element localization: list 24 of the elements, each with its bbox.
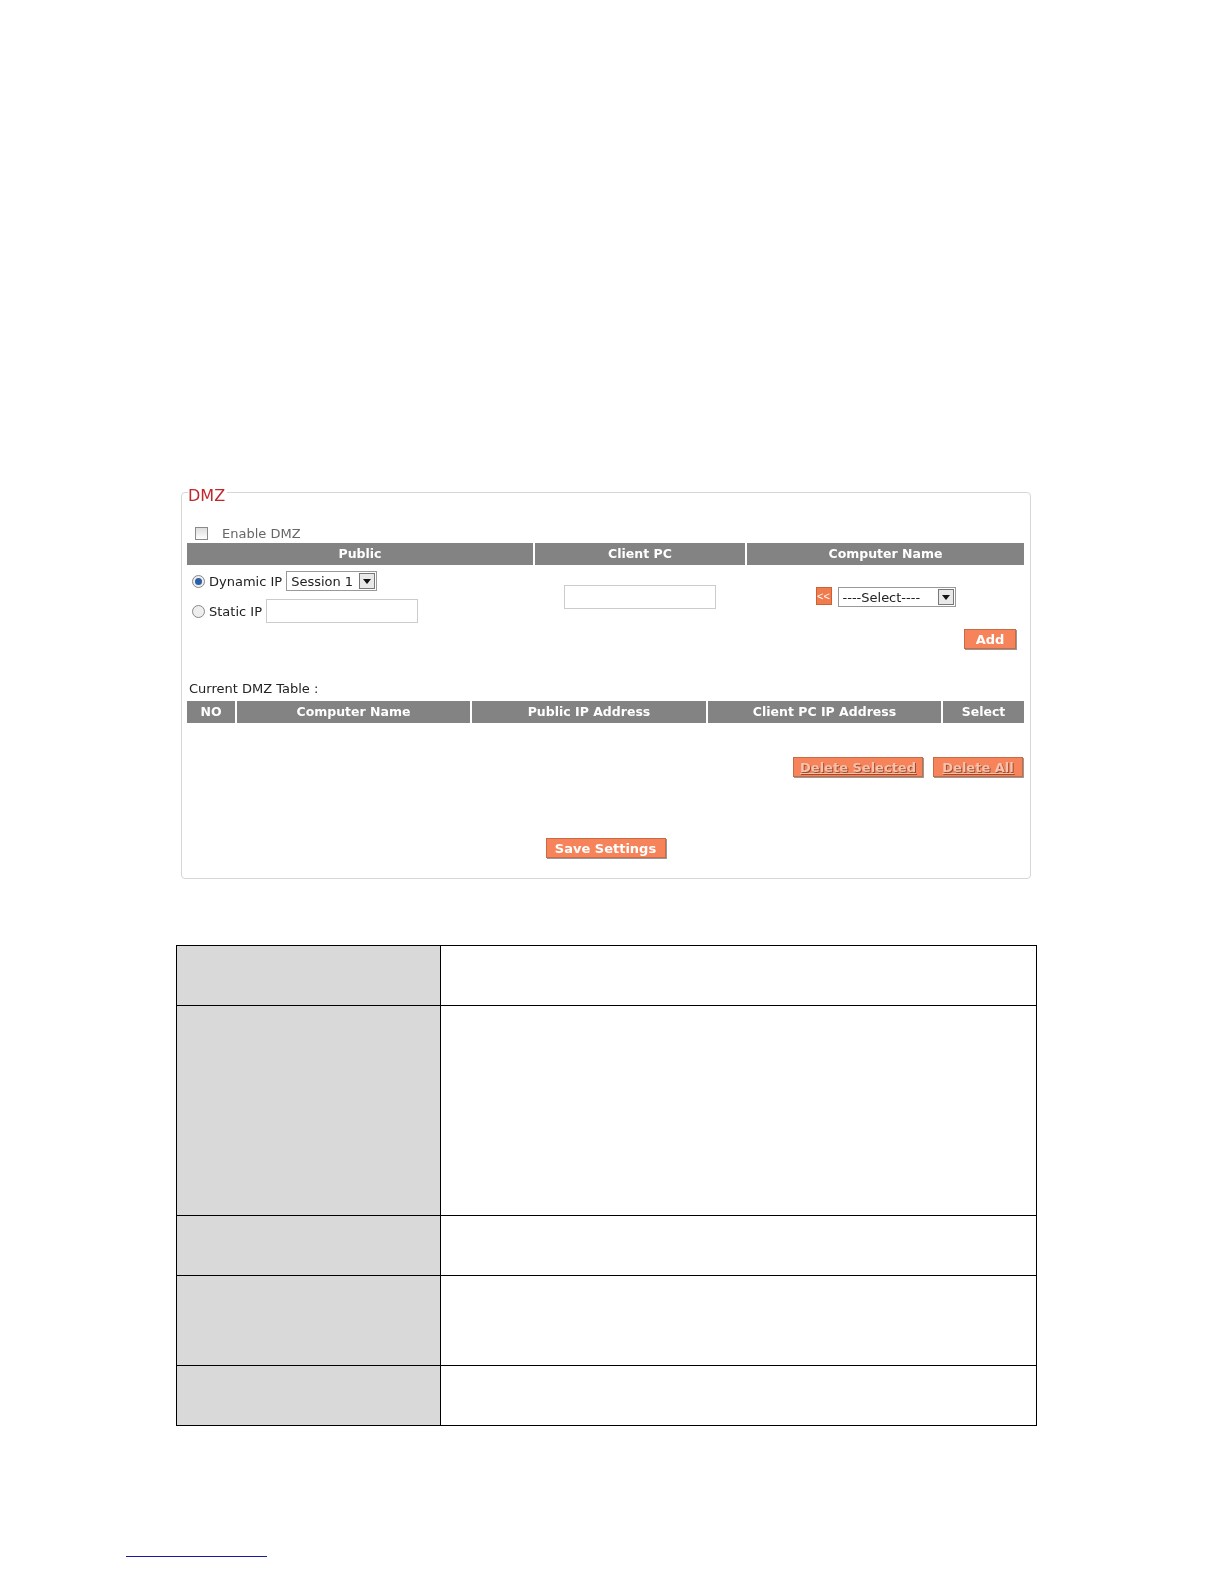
radio-button[interactable] <box>192 604 205 618</box>
column-header: Client PC <box>535 543 745 565</box>
column-header: Computer Name <box>237 701 470 723</box>
caret-icon <box>941 594 950 600</box>
save-button[interactable]: Save Settings <box>545 838 666 858</box>
column-header: Public <box>187 543 533 565</box>
client-pc-field[interactable] <box>564 585 716 609</box>
column-header: Public IP Address <box>472 701 706 723</box>
radio-button[interactable] <box>192 574 205 588</box>
add-button[interactable]: Add <box>964 629 1016 649</box>
column-header: Select <box>943 701 1024 723</box>
computer-dropdown[interactable]: ----Select---- <box>837 587 956 607</box>
option-label: Static IP <box>209 603 262 619</box>
static-ip-field[interactable] <box>266 599 418 623</box>
enable-label: Enable DMZ <box>222 525 301 541</box>
column-header: Computer Name <box>747 543 1024 565</box>
table-title: Current DMZ Table : <box>188 681 320 698</box>
column-header: Client PC IP Address <box>708 701 941 723</box>
enable-checkbox[interactable] <box>195 526 208 540</box>
column-header: NO <box>187 701 235 723</box>
option-label: Dynamic IP <box>209 573 283 589</box>
caret-icon <box>363 578 372 584</box>
session-dropdown[interactable]: Session 1 <box>286 571 378 591</box>
copy-button[interactable]: << <box>815 587 832 605</box>
